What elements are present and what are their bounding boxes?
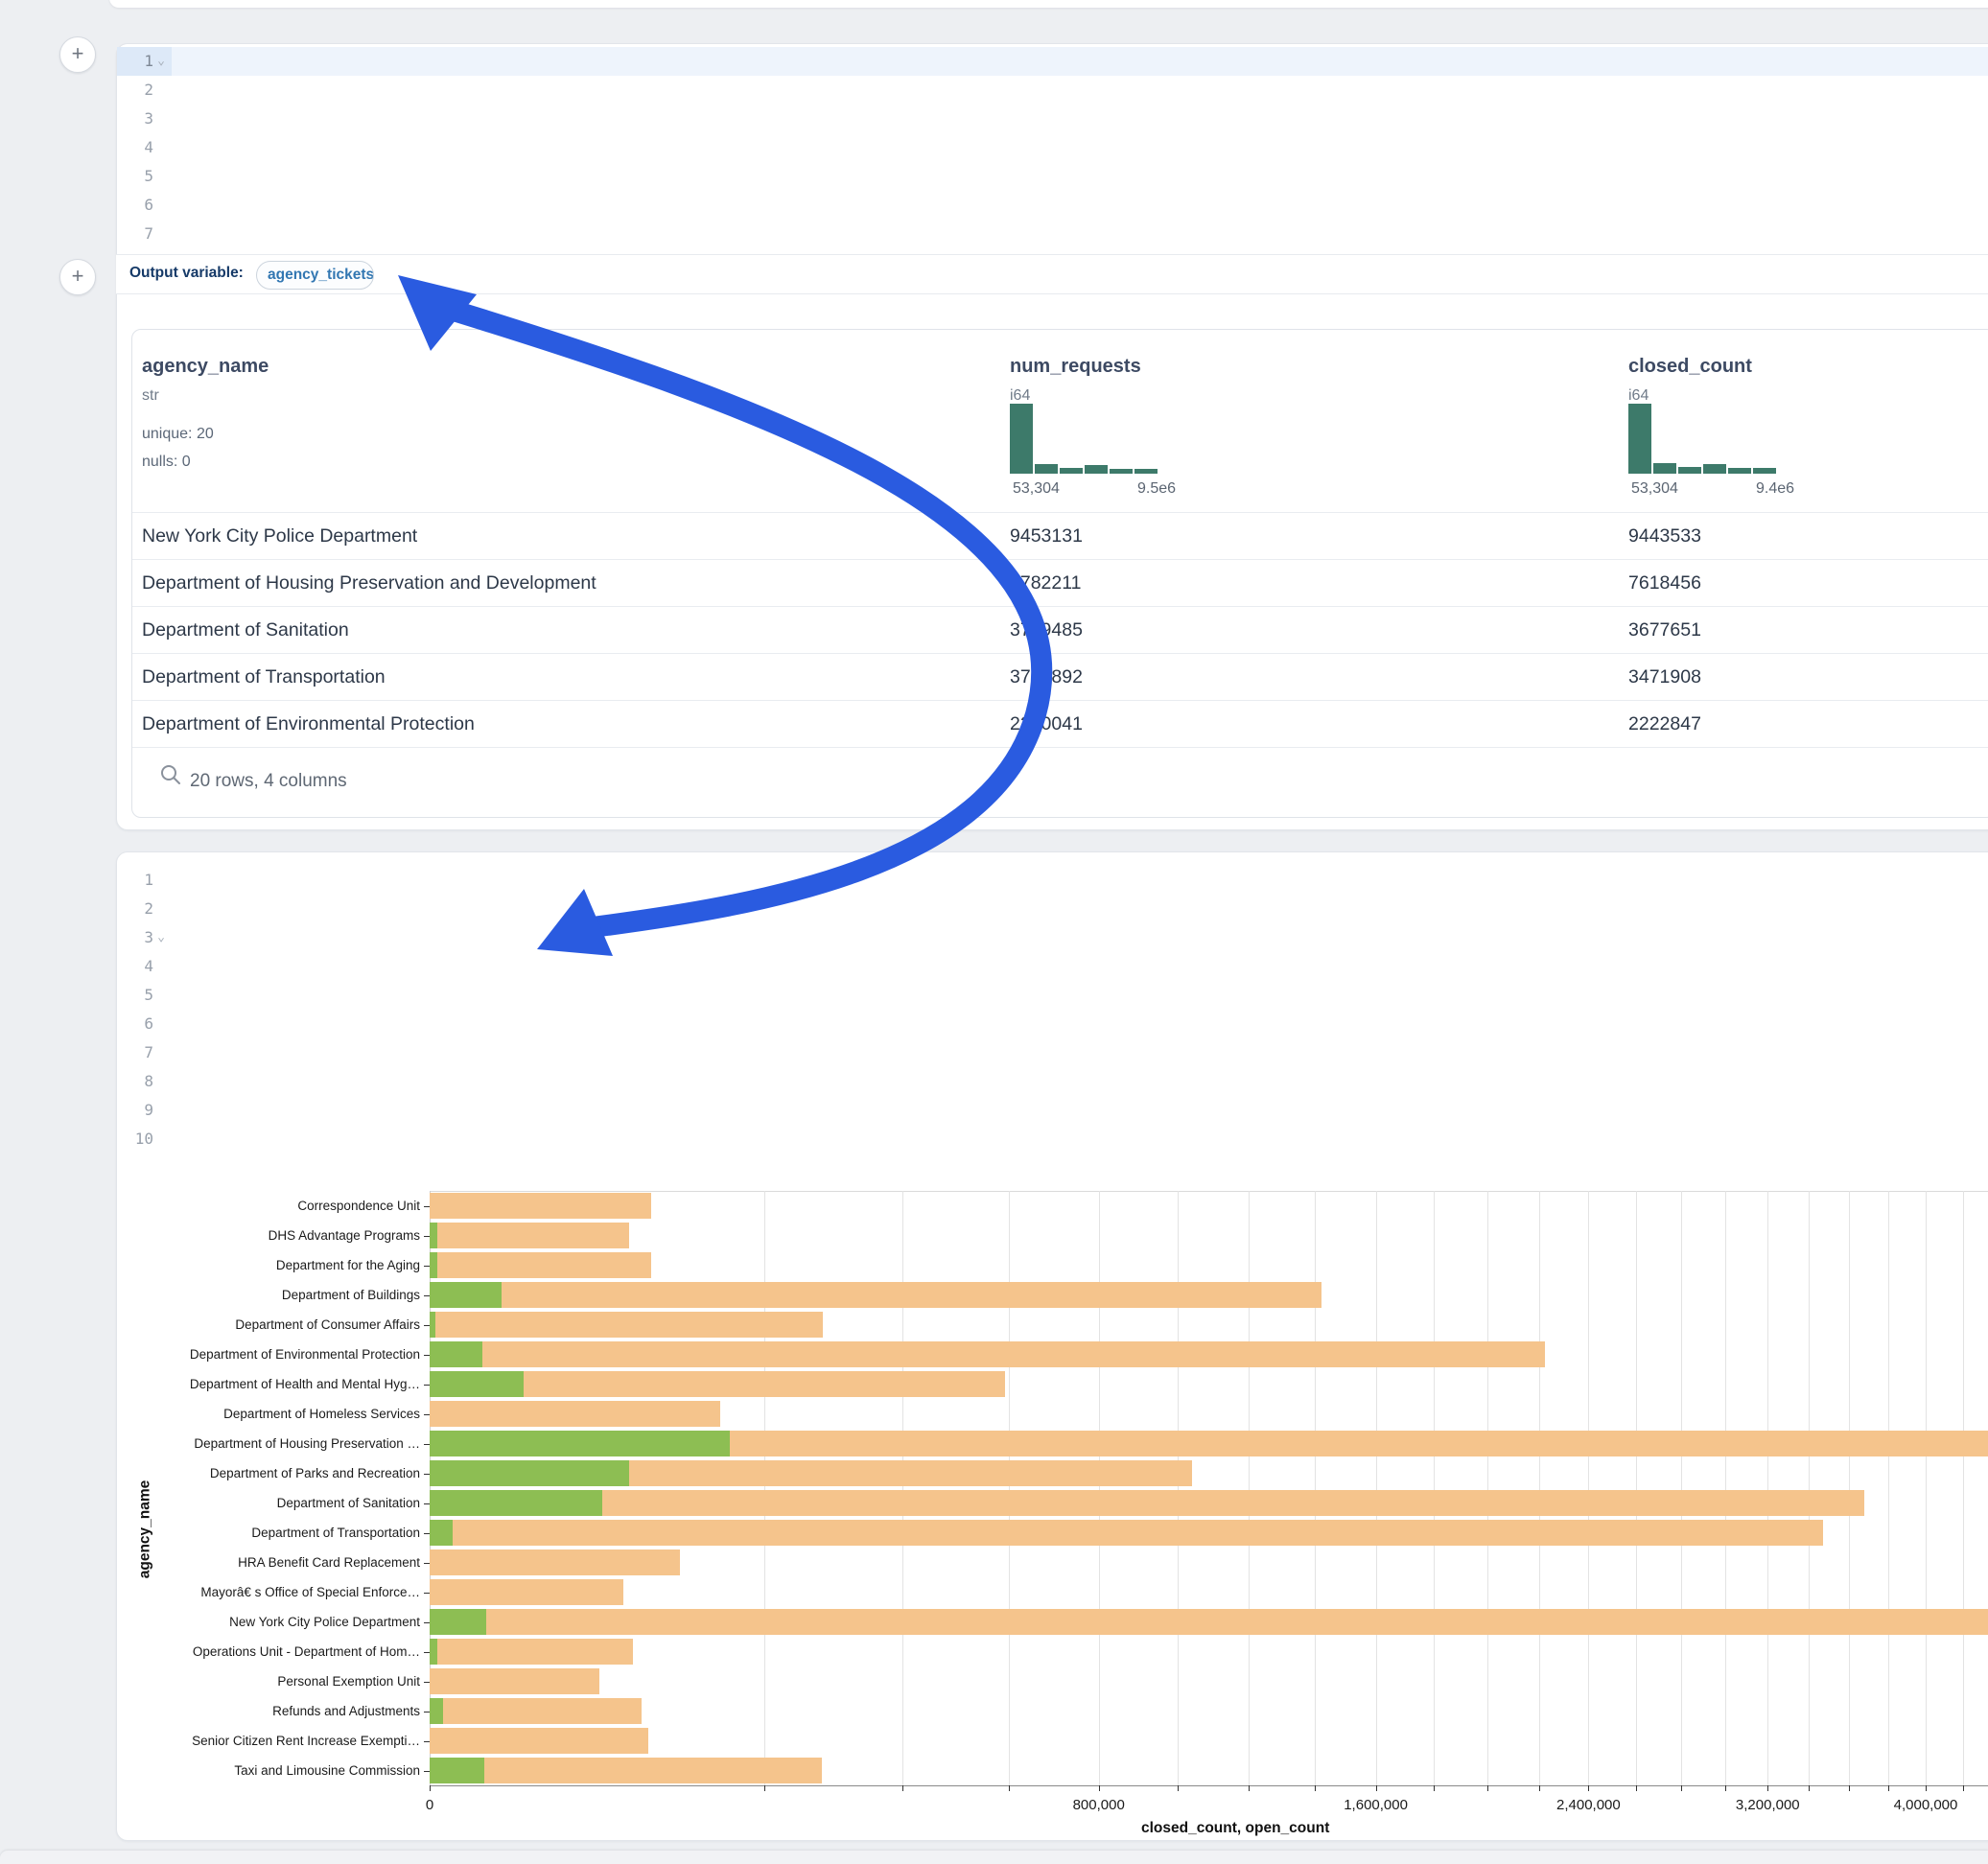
histogram-bar (1653, 463, 1676, 474)
sql-code-editor[interactable]: 1⌄234567 (117, 47, 1988, 248)
table-row[interactable]: Department of Transportation 3774892 34719… (132, 653, 1988, 700)
table-row[interactable]: Department of Housing Preservation and D… (132, 559, 1988, 606)
column-histogram (1010, 404, 1158, 474)
python-cell-card: 123⌄45678910 (116, 851, 1988, 1841)
output-variable-label: Output variable: (129, 265, 244, 282)
cell-agency-name: Department of Sanitation (142, 607, 349, 654)
table-row[interactable]: Department of Sanitation 3749485 3677651 (132, 606, 1988, 653)
code-line[interactable]: 8 (117, 1067, 1988, 1096)
histogram-min-label: 53,304 (1013, 480, 1060, 498)
line-number: 1 (117, 866, 172, 895)
code-line[interactable]: 6 (117, 191, 1988, 220)
code-line[interactable]: 5 (117, 981, 1988, 1010)
row-column-count: 20 rows, 4 columns (190, 771, 347, 792)
histogram-bar (1060, 468, 1083, 474)
line-number: 10 (117, 1125, 172, 1153)
line-number: 5 (117, 162, 172, 191)
histogram-bar (1728, 468, 1751, 474)
histogram-bar (1134, 469, 1158, 474)
column-stat: unique: 20 (142, 426, 214, 443)
fold-chevron-icon[interactable]: ⌄ (154, 923, 168, 952)
code-line[interactable]: 3⌄ (117, 923, 1988, 952)
cell-num-requests: 7782211 (1010, 560, 1081, 607)
line-number: 9 (117, 1096, 172, 1125)
histogram-bar (1110, 469, 1133, 474)
line-number: 8 (117, 1067, 172, 1096)
cell-agency-name: New York City Police Department (142, 513, 417, 560)
line-number: 7 (117, 220, 172, 248)
table-row[interactable]: New York City Police Department 9453131 94… (132, 512, 1988, 559)
code-line[interactable]: 3 (117, 105, 1988, 133)
line-number: 2 (117, 76, 172, 105)
column-header[interactable]: closed_count (1628, 356, 1752, 378)
python-code-editor[interactable]: 123⌄45678910 (117, 866, 1988, 1153)
line-number: 2 (117, 895, 172, 923)
line-number: 5 (117, 981, 172, 1010)
next-cell-top-edge (0, 1851, 1988, 1864)
line-number: 1⌄ (117, 47, 172, 76)
cell-closed-count: 2222847 (1628, 701, 1701, 748)
table-row[interactable]: Department of Environmental Protection 22… (132, 700, 1988, 747)
cell-num-requests: 3774892 (1010, 654, 1083, 701)
histogram-bar (1703, 464, 1726, 474)
output-variable-pill[interactable]: agency_tickets (256, 261, 374, 290)
column-header[interactable]: num_requests (1010, 356, 1141, 378)
histogram-max-label: 9.5e6 (1137, 480, 1176, 498)
code-line[interactable]: 7 (117, 220, 1988, 248)
cell-closed-count: 3471908 (1628, 654, 1701, 701)
column-stat: nulls: 0 (142, 454, 191, 471)
cell-agency-name: Department of Transportation (142, 654, 386, 701)
line-number: 6 (117, 1010, 172, 1038)
cell-agency-name: Department of Environmental Protection (142, 701, 475, 748)
column-type: str (142, 387, 159, 405)
column-type: i64 (1628, 387, 1649, 405)
code-line[interactable]: 1⌄ (117, 47, 1988, 76)
code-line[interactable]: 4 (117, 952, 1988, 981)
dataframe-preview: agency_namestr unique: 20 nulls: 0 num_requ… (131, 329, 1988, 818)
cell-closed-count: 9443533 (1628, 513, 1701, 560)
cell-num-requests: 9453131 (1010, 513, 1083, 560)
column-histogram (1628, 404, 1776, 474)
previous-cell-bottom-edge (109, 0, 1988, 8)
code-line[interactable]: 9 (117, 1096, 1988, 1125)
histogram-min-label: 53,304 (1631, 480, 1678, 498)
line-number: 4 (117, 133, 172, 162)
code-line[interactable]: 5 (117, 162, 1988, 191)
column-header[interactable]: agency_name (142, 356, 269, 378)
line-number: 3⌄ (117, 923, 172, 952)
histogram-bar (1035, 464, 1058, 474)
line-number: 4 (117, 952, 172, 981)
cell-closed-count: 3677651 (1628, 607, 1701, 654)
code-line[interactable]: 4 (117, 133, 1988, 162)
line-number: 3 (117, 105, 172, 133)
add-cell-button-middle[interactable]: + (59, 259, 96, 295)
line-number: 6 (117, 191, 172, 220)
histogram-bar (1010, 404, 1033, 474)
column-type: i64 (1010, 387, 1030, 405)
histogram-max-label: 9.4e6 (1756, 480, 1794, 498)
cell-num-requests: 3749485 (1010, 607, 1083, 654)
code-line[interactable]: 6 (117, 1010, 1988, 1038)
fold-chevron-icon[interactable]: ⌄ (154, 47, 168, 76)
add-cell-button-top[interactable]: + (59, 36, 96, 73)
code-line[interactable]: 7 (117, 1038, 1988, 1067)
code-line[interactable]: 2 (117, 76, 1988, 105)
histogram-bar (1085, 465, 1108, 474)
cell-num-requests: 2240041 (1010, 701, 1083, 748)
code-line[interactable]: 10 (117, 1125, 1988, 1153)
cell-agency-name: Department of Housing Preservation and D… (142, 560, 596, 607)
cell-closed-count: 7618456 (1628, 560, 1701, 607)
code-line[interactable]: 2 (117, 895, 1988, 923)
search-icon[interactable] (159, 763, 182, 786)
histogram-bar (1753, 468, 1776, 474)
output-variable-row: Output variable: agency_tickets (116, 254, 1988, 294)
line-number: 7 (117, 1038, 172, 1067)
histogram-bar (1628, 404, 1651, 474)
dataframe-footer: 20 rows, 4 columns (132, 747, 1988, 818)
code-line[interactable]: 1 (117, 866, 1988, 895)
histogram-bar (1678, 467, 1701, 474)
